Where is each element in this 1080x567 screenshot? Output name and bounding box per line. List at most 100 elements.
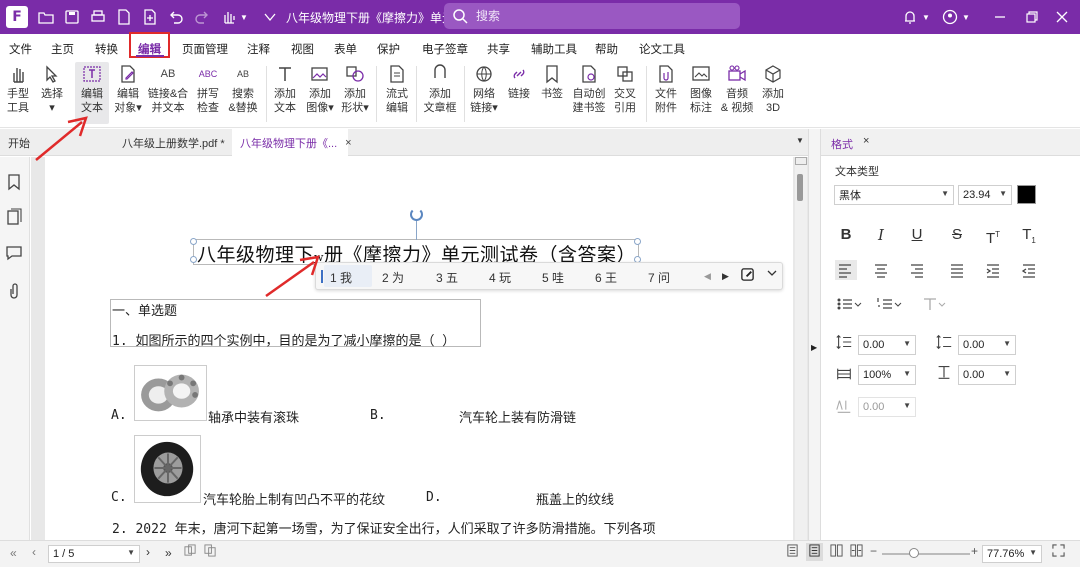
ime-candidate[interactable]: 6 王	[595, 269, 617, 286]
close-icon[interactable]	[1052, 7, 1072, 27]
cross-reference-button[interactable]: 交叉 引用	[611, 62, 639, 124]
menu-view[interactable]: 视图	[291, 41, 314, 57]
link-button[interactable]: 链接	[506, 62, 532, 124]
zoom-level-select[interactable]: 77.76% ▼	[982, 545, 1042, 563]
menu-help[interactable]: 帮助	[595, 41, 618, 57]
link-join-text-button[interactable]: AB 链接&合 并文本	[146, 62, 190, 124]
vertical-scrollbar[interactable]	[795, 157, 807, 540]
account-icon[interactable]	[940, 7, 960, 27]
chevron-down-icon[interactable]: ▼	[920, 7, 932, 27]
character-spacing-select[interactable]: 0.00 ▼	[858, 397, 916, 417]
bearing-image[interactable]	[134, 365, 207, 421]
strikethrough-button[interactable]: S	[947, 225, 967, 245]
bullet-list-button[interactable]	[835, 294, 863, 317]
close-tab-icon[interactable]: ×	[345, 137, 351, 149]
bookmark-panel-icon[interactable]	[5, 173, 25, 193]
fullscreen-icon[interactable]	[1052, 544, 1065, 560]
section-heading[interactable]: 一、单选题	[112, 300, 177, 319]
hand-tool-icon[interactable]	[218, 7, 238, 27]
web-link-button[interactable]: 网络 链接▾	[468, 62, 500, 124]
restore-icon[interactable]	[1022, 7, 1042, 27]
align-center-button[interactable]	[871, 260, 891, 283]
chevron-down-icon[interactable]: ▼	[238, 7, 250, 27]
menu-accessibility[interactable]: 辅助工具	[531, 41, 577, 57]
file-attachment-button[interactable]: 文件 附件	[651, 62, 681, 124]
zoom-slider[interactable]	[882, 553, 970, 555]
tire-image[interactable]	[134, 435, 201, 503]
ime-expand-chevron-icon[interactable]	[766, 267, 778, 282]
open-folder-icon[interactable]	[36, 7, 56, 27]
superscript-button[interactable]: TT	[983, 225, 1003, 247]
last-page-icon[interactable]: »	[165, 546, 172, 560]
format-panel-tab[interactable]: 格式 ×	[821, 129, 1080, 156]
zoom-out-icon[interactable]: −	[870, 544, 877, 558]
underline-button[interactable]: U	[907, 225, 927, 245]
pages-panel-icon[interactable]	[5, 208, 25, 228]
comments-panel-icon[interactable]	[5, 243, 25, 263]
rotate-handle-icon[interactable]	[410, 208, 423, 221]
flow-edit-button[interactable]: 流式 编辑	[382, 62, 412, 124]
ime-candidate[interactable]: 5 哇	[542, 269, 564, 286]
horizontal-scale-select[interactable]: 100% ▼	[858, 365, 916, 385]
search-replace-button[interactable]: AB 搜索 &替换	[227, 62, 259, 124]
menu-convert[interactable]: 转换	[95, 41, 118, 57]
search-box[interactable]	[444, 3, 740, 29]
add-3d-button[interactable]: 添加 3D	[758, 62, 788, 124]
ime-candidate[interactable]: 1 我	[330, 269, 352, 286]
ime-next-page-icon[interactable]: ▶	[722, 271, 729, 282]
font-family-select[interactable]: 黑体 ▼	[834, 185, 954, 205]
print-icon[interactable]	[88, 7, 108, 27]
auto-bookmark-button[interactable]: 自动创 建书签	[572, 62, 606, 124]
line-spacing-select[interactable]: 0.00 ▼	[858, 335, 916, 355]
save-icon[interactable]	[62, 7, 82, 27]
undo-icon[interactable]	[166, 7, 186, 27]
search-input[interactable]	[476, 9, 716, 23]
tab-list-chevron-icon[interactable]: ▼	[796, 136, 804, 145]
ime-candidate[interactable]: 4 玩	[489, 269, 511, 286]
question-2[interactable]: 2. 2022 年末，唐河下起第一场雪，为了保证安全出行，人们采取了许多防滑措施…	[112, 518, 656, 537]
option-c-text[interactable]: 汽车轮胎上制有凹凸不平的花纹	[203, 489, 385, 508]
edit-object-button[interactable]: 编辑 对象▾	[112, 62, 144, 124]
close-panel-icon[interactable]: ×	[863, 135, 869, 147]
panel-splitter[interactable]: ▶	[808, 129, 820, 540]
menu-home[interactable]: 主页	[51, 41, 74, 57]
text-style-button[interactable]	[921, 294, 949, 317]
outdent-button[interactable]	[1019, 260, 1039, 283]
resize-handle[interactable]	[190, 238, 197, 245]
resize-handle[interactable]	[190, 256, 197, 263]
tab-math-pdf[interactable]: 八年级上册数学.pdf *	[114, 129, 232, 156]
option-d-text[interactable]: 瓶盖上的纹线	[536, 489, 614, 508]
hand-tool-button[interactable]: 手型 工具	[3, 62, 33, 124]
menu-comment[interactable]: 注释	[247, 41, 270, 57]
single-page-view-icon[interactable]	[786, 544, 799, 560]
add-text-button[interactable]: 添加 文本	[271, 62, 299, 124]
image-annotation-button[interactable]: 图像 标注	[686, 62, 716, 124]
baseline-offset-select[interactable]: 0.00 ▼	[958, 365, 1016, 385]
font-size-select[interactable]: 23.94 ▼	[958, 185, 1012, 205]
ime-candidate[interactable]: 3 五	[436, 269, 458, 286]
notification-bell-icon[interactable]	[900, 7, 920, 27]
customize-toolbar-icon[interactable]	[260, 7, 280, 27]
menu-e-signature[interactable]: 电子签章	[422, 41, 468, 57]
continuous-view-icon[interactable]	[806, 543, 823, 561]
align-right-button[interactable]	[907, 260, 927, 283]
add-article-box-button[interactable]: 添加 文章框	[421, 62, 459, 124]
bookmark-button[interactable]: 书签	[539, 62, 565, 124]
spell-check-button[interactable]: ABC 拼写 检查	[194, 62, 222, 124]
bold-button[interactable]: B	[836, 225, 856, 245]
ime-skin-icon[interactable]	[740, 267, 755, 285]
justify-button[interactable]	[947, 260, 967, 283]
question-1[interactable]: 1. 如图所示的四个实例中，目的是为了减小摩擦的是（ ）	[112, 330, 455, 349]
new-document-icon[interactable]	[114, 7, 134, 27]
next-view-icon[interactable]	[204, 544, 217, 560]
expand-right-panel-icon[interactable]: ▶	[811, 343, 817, 352]
menu-protect[interactable]: 保护	[377, 41, 400, 57]
menu-file[interactable]: 文件	[9, 41, 32, 57]
add-image-button[interactable]: 添加 图像▾	[304, 62, 336, 124]
tab-physics-pdf[interactable]: 八年级物理下册《... ×	[232, 129, 352, 156]
ime-candidate[interactable]: 7 问	[648, 269, 670, 286]
two-page-continuous-icon[interactable]	[850, 544, 863, 560]
option-a-text[interactable]: 轴承中装有滚珠	[208, 407, 299, 426]
font-color-swatch[interactable]	[1017, 185, 1036, 204]
two-page-view-icon[interactable]	[830, 544, 843, 560]
